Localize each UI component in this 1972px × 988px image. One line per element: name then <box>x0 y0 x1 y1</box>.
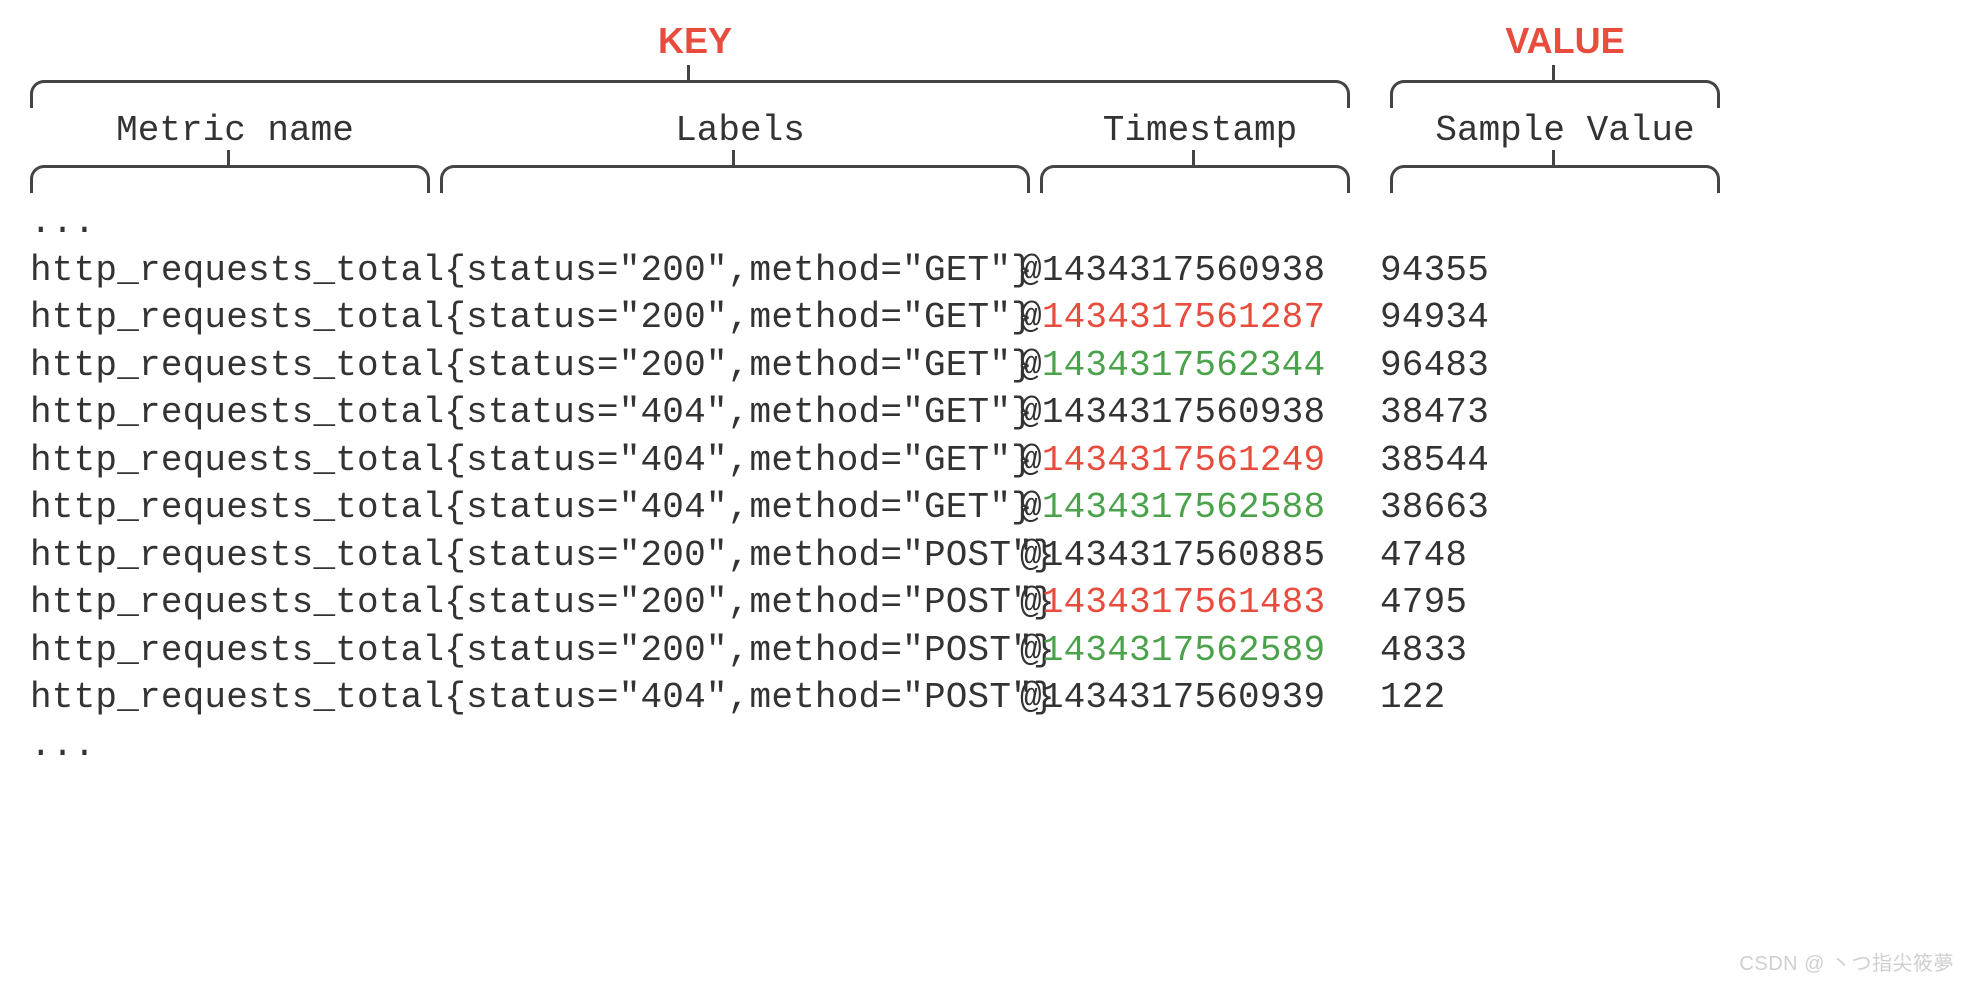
bracket-timestamp <box>1040 165 1350 193</box>
watermark: CSDN @ 丶つ指尖筱夢 <box>1739 947 1954 976</box>
ellipsis: ... <box>30 199 95 247</box>
timestamp-prefix: @ <box>1020 535 1042 576</box>
timestamp: @1434317561249 <box>1020 437 1340 485</box>
bracket-metric-name <box>30 165 430 193</box>
table-row: http_requests_total{status="200",method=… <box>30 532 1942 580</box>
header-metric-name: Metric name <box>30 110 440 151</box>
sample-value: 94355 <box>1380 247 1580 295</box>
table-row: http_requests_total{status="200",method=… <box>30 294 1942 342</box>
gap <box>1340 342 1380 390</box>
table-row: http_requests_total{status="404",method=… <box>30 437 1942 485</box>
header-timestamp: Timestamp <box>1040 110 1360 151</box>
bracket-key <box>30 80 1350 108</box>
sub-bracket-row <box>30 151 1942 191</box>
metric-and-labels: http_requests_total{status="200",method=… <box>30 294 1020 342</box>
timestamp-prefix: @ <box>1020 677 1042 718</box>
timestamp: @1434317560938 <box>1020 247 1340 295</box>
timestamp: @1434317561287 <box>1020 294 1340 342</box>
timestamp-prefix: @ <box>1020 345 1042 386</box>
metric-and-labels: http_requests_total{status="200",method=… <box>30 532 1020 580</box>
timestamp-prefix: @ <box>1020 582 1042 623</box>
gap <box>1340 484 1380 532</box>
gap <box>1340 532 1380 580</box>
sample-value: 122 <box>1380 674 1580 722</box>
table-row: ... <box>30 199 1942 247</box>
sample-value: 38473 <box>1380 389 1580 437</box>
gap <box>1340 627 1380 675</box>
gap <box>1340 674 1380 722</box>
table-row: http_requests_total{status="200",method=… <box>30 342 1942 390</box>
bracket-value <box>1390 80 1720 108</box>
timestamp: @1434317560938 <box>1020 389 1340 437</box>
timestamp: @1434317562589 <box>1020 627 1340 675</box>
top-header-row: KEY VALUE <box>30 20 1942 62</box>
sample-value: 4833 <box>1380 627 1580 675</box>
timestamp-prefix: @ <box>1020 630 1042 671</box>
table-row: http_requests_total{status="404",method=… <box>30 674 1942 722</box>
timestamp-value: 1434317560939 <box>1042 677 1325 718</box>
sample-value: 96483 <box>1380 342 1580 390</box>
table-row: http_requests_total{status="404",method=… <box>30 484 1942 532</box>
bracket-sample-value <box>1390 165 1720 193</box>
section-header-row: Metric name Labels Timestamp Sample Valu… <box>30 110 1942 151</box>
bracket-labels <box>440 165 1030 193</box>
table-row: http_requests_total{status="200",method=… <box>30 627 1942 675</box>
header-labels: Labels <box>440 110 1040 151</box>
timestamp-prefix: @ <box>1020 487 1042 528</box>
timestamp-prefix: @ <box>1020 297 1042 338</box>
metric-and-labels: http_requests_total{status="200",method=… <box>30 627 1020 675</box>
gap <box>1340 294 1380 342</box>
sample-value: 4748 <box>1380 532 1580 580</box>
sample-value: 38544 <box>1380 437 1580 485</box>
table-row: ... <box>30 722 1942 770</box>
header-value: VALUE <box>1390 20 1740 62</box>
metric-and-labels: http_requests_total{status="404",method=… <box>30 674 1020 722</box>
timestamp-prefix: @ <box>1020 440 1042 481</box>
sample-value: 38663 <box>1380 484 1580 532</box>
timestamp-value: 1434317562344 <box>1042 345 1325 386</box>
top-bracket-row <box>30 66 1942 112</box>
metric-and-labels: http_requests_total{status="200",method=… <box>30 342 1020 390</box>
timestamp-value: 1434317562589 <box>1042 630 1325 671</box>
timestamp: @1434317561483 <box>1020 579 1340 627</box>
gap <box>1340 389 1380 437</box>
timestamp-value: 1434317560938 <box>1042 392 1325 433</box>
timestamp: @1434317560939 <box>1020 674 1340 722</box>
timestamp: @1434317562344 <box>1020 342 1340 390</box>
timestamp-prefix: @ <box>1020 250 1042 291</box>
header-key: KEY <box>30 20 1360 62</box>
sample-value: 4795 <box>1380 579 1580 627</box>
gap <box>1340 579 1380 627</box>
timestamp-value: 1434317560885 <box>1042 535 1325 576</box>
table-row: http_requests_total{status="200",method=… <box>30 579 1942 627</box>
gap <box>1340 247 1380 295</box>
sample-value: 94934 <box>1380 294 1580 342</box>
ellipsis: ... <box>30 722 95 770</box>
timestamp-value: 1434317560938 <box>1042 250 1325 291</box>
timestamp-value: 1434317562588 <box>1042 487 1325 528</box>
metric-and-labels: http_requests_total{status="200",method=… <box>30 579 1020 627</box>
gap <box>1340 437 1380 485</box>
timestamp-value: 1434317561483 <box>1042 582 1325 623</box>
data-block: ...http_requests_total{status="200",meth… <box>30 199 1942 769</box>
metric-and-labels: http_requests_total{status="200",method=… <box>30 247 1020 295</box>
metric-and-labels: http_requests_total{status="404",method=… <box>30 484 1020 532</box>
header-sample-value: Sample Value <box>1390 110 1740 151</box>
timestamp: @1434317562588 <box>1020 484 1340 532</box>
timestamp-value: 1434317561287 <box>1042 297 1325 338</box>
metric-and-labels: http_requests_total{status="404",method=… <box>30 437 1020 485</box>
table-row: http_requests_total{status="200",method=… <box>30 247 1942 295</box>
timestamp-prefix: @ <box>1020 392 1042 433</box>
timestamp: @1434317560885 <box>1020 532 1340 580</box>
timestamp-value: 1434317561249 <box>1042 440 1325 481</box>
table-row: http_requests_total{status="404",method=… <box>30 389 1942 437</box>
metric-and-labels: http_requests_total{status="404",method=… <box>30 389 1020 437</box>
